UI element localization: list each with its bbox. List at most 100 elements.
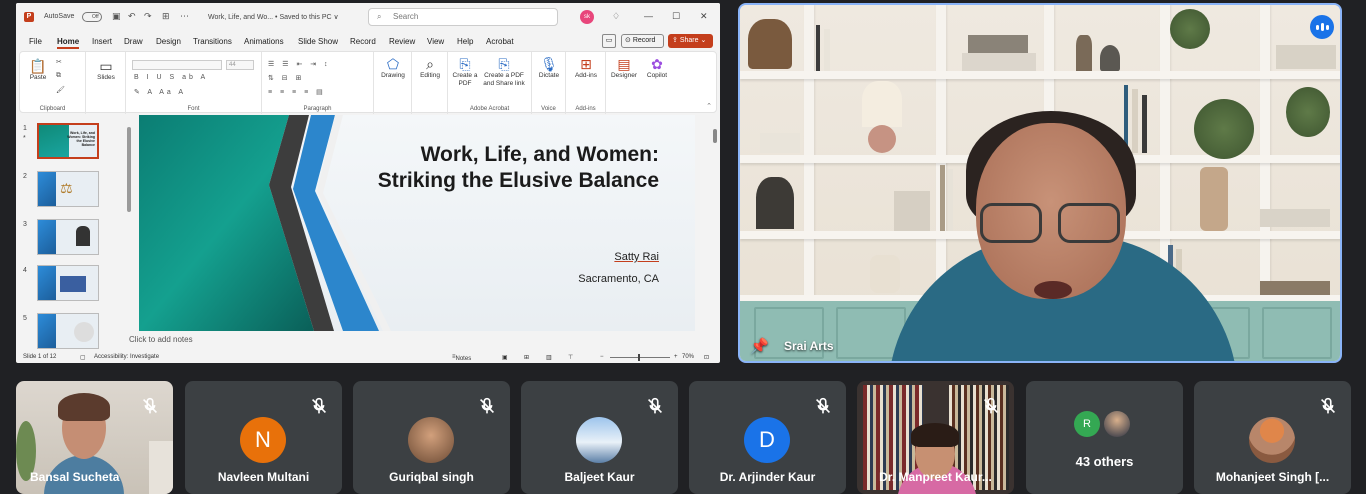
tab-insert[interactable]: Insert xyxy=(92,37,112,46)
thumb-stripe xyxy=(38,266,56,300)
copilot-button[interactable]: ✿ Copilot xyxy=(642,56,672,80)
thumbnail-scrollbar[interactable] xyxy=(126,121,132,351)
redo-icon[interactable]: ↷ xyxy=(144,11,152,22)
drawing-button[interactable]: ⬠ Drawing xyxy=(378,56,408,80)
list-buttons[interactable]: ☰ ☰ ⇤ ⇥ ↕ xyxy=(268,60,331,68)
participant-hair xyxy=(58,393,110,421)
tab-acrobat[interactable]: Acrobat xyxy=(486,37,514,46)
participant-tile[interactable]: D Dr. Arjinder Kaur xyxy=(689,381,846,494)
zoom-out-icon[interactable]: − xyxy=(600,354,604,360)
slide-location[interactable]: Sacramento, CA xyxy=(578,273,659,285)
lightbulb-icon[interactable]: ♢ xyxy=(612,11,620,22)
present-icon[interactable]: ⊞ xyxy=(162,11,170,22)
slide-canvas[interactable]: Work, Life, and Women: Striking the Elus… xyxy=(139,115,695,331)
addins-label: Add-ins xyxy=(574,72,598,79)
align-buttons[interactable]: ≡ ≡ ≡ ≡ ▤ xyxy=(268,88,326,96)
share-button[interactable]: ⇪ Share ⌄ xyxy=(668,34,713,48)
participant-tile[interactable]: Dr. Manpreet Kaur... xyxy=(857,381,1014,494)
font-name-box[interactable] xyxy=(132,60,222,70)
notes-label: Notes xyxy=(455,356,472,362)
create-pdf-label: Create a PDF xyxy=(452,72,478,87)
tab-record[interactable]: Record xyxy=(350,37,376,46)
thumbnail-slide-4[interactable] xyxy=(37,265,99,301)
font-size-box[interactable]: 44 xyxy=(226,60,254,70)
pin-icon[interactable]: 📌 xyxy=(750,337,769,355)
autosave-toggle[interactable]: Off xyxy=(82,12,102,22)
participant-tile[interactable]: N Navleen Multani xyxy=(185,381,342,494)
font-color-buttons[interactable]: ✎ A Aa A xyxy=(134,88,186,96)
presenter-video[interactable]: 📌 Srai Arts xyxy=(738,3,1342,363)
tab-draw[interactable]: Draw xyxy=(124,37,143,46)
book-stack xyxy=(1260,281,1330,295)
format-painter-icon[interactable]: 🖌 xyxy=(56,86,68,94)
slide-scroll-thumb[interactable] xyxy=(713,129,717,143)
user-avatar[interactable]: sk xyxy=(580,10,594,24)
zoom-in-icon[interactable]: + xyxy=(674,354,678,360)
addins-button[interactable]: ⊞ Add-ins xyxy=(570,56,602,80)
customize-qat-icon[interactable]: ⋯ xyxy=(180,11,189,22)
close-icon[interactable]: ✕ xyxy=(700,11,708,22)
zoom-level[interactable]: 70% xyxy=(682,354,694,360)
participant-tile[interactable]: Bansal Sucheta xyxy=(16,381,173,494)
participant-tile[interactable]: Baljeet Kaur xyxy=(521,381,678,494)
collapse-ribbon-icon[interactable]: ⌃ xyxy=(706,102,712,110)
create-pdf-share-label: Create a PDF and Share link xyxy=(483,72,525,87)
thumbnail-slide-3[interactable] xyxy=(37,219,99,255)
vase xyxy=(1200,167,1228,231)
thumbnail-slide-5[interactable] xyxy=(37,313,99,349)
reading-view-icon[interactable]: ▥ xyxy=(546,354,552,361)
record-button[interactable]: ⊙ Record xyxy=(621,34,664,48)
maximize-icon[interactable]: ☐ xyxy=(672,11,680,22)
tab-slide-show[interactable]: Slide Show xyxy=(298,37,338,46)
background-object xyxy=(149,441,173,494)
new-slide-button[interactable]: ▭ Slides xyxy=(92,58,120,82)
undo-icon[interactable]: ↶ xyxy=(128,11,136,22)
comments-button[interactable]: ▭ xyxy=(602,34,616,48)
participant-name: Bansal Sucheta xyxy=(30,470,120,484)
tab-help[interactable]: Help xyxy=(457,37,473,46)
notes-button[interactable]: ≡ Notes xyxy=(452,354,471,362)
accessibility-status[interactable]: Accessibility: Investigate xyxy=(94,354,159,360)
save-icon[interactable]: ▣ xyxy=(112,11,121,22)
participant-tile[interactable]: Mohanjeet Singh [... xyxy=(1194,381,1351,494)
slide-author[interactable]: Satty Rai xyxy=(614,251,659,263)
zoom-slider[interactable] xyxy=(610,354,670,361)
slide-scrollbar[interactable] xyxy=(712,121,718,346)
tab-view[interactable]: View xyxy=(427,37,444,46)
speaking-indicator-icon xyxy=(1310,15,1334,39)
minimize-icon[interactable]: — xyxy=(644,11,653,21)
slideshow-icon[interactable]: ⊤ xyxy=(568,354,573,361)
book xyxy=(948,169,953,231)
tab-animations[interactable]: Animations xyxy=(244,37,284,46)
tab-file[interactable]: File xyxy=(29,37,42,46)
editing-button[interactable]: ⌕ Editing xyxy=(415,56,445,80)
slide-sorter-icon[interactable]: ⊞ xyxy=(524,354,529,361)
create-pdf-button[interactable]: ⎘ Create a PDF xyxy=(452,56,478,88)
slide-title[interactable]: Work, Life, and Women: Striking the Elus… xyxy=(359,142,659,194)
document-title[interactable]: Work, Life, and Wo... • Saved to this PC… xyxy=(208,13,339,21)
others-tile[interactable]: R 43 others xyxy=(1026,381,1183,494)
tab-review[interactable]: Review xyxy=(389,37,415,46)
designer-button[interactable]: ▤ Designer xyxy=(608,56,640,80)
normal-view-icon[interactable]: ▣ xyxy=(502,354,508,361)
book-stack xyxy=(968,35,1028,53)
language-icon[interactable]: ▢ xyxy=(80,354,86,361)
create-pdf-share-button[interactable]: ⎘ Create a PDF and Share link xyxy=(480,56,528,88)
font-format-buttons[interactable]: B I U S ab A xyxy=(134,74,208,81)
tab-home[interactable]: Home xyxy=(57,37,80,49)
notes-pane[interactable]: Click to add notes xyxy=(129,335,193,344)
copy-icon[interactable]: ⧉ xyxy=(56,72,64,80)
participant-tile[interactable]: Guriqbal singh xyxy=(353,381,510,494)
search-box[interactable]: ⌕ Search xyxy=(368,8,558,26)
thumbnail-scroll-thumb[interactable] xyxy=(127,127,131,212)
thumbnail-slide-2[interactable]: ⚖ xyxy=(37,171,99,207)
cut-icon[interactable]: ✂ xyxy=(56,58,76,66)
dictate-button[interactable]: 🎙 Dictate xyxy=(534,56,564,80)
fit-slide-icon[interactable]: ⊡ xyxy=(704,354,709,361)
text-direction-buttons[interactable]: ⇅ ⊟ ⊞ xyxy=(268,74,305,82)
copilot-label: Copilot xyxy=(646,72,668,79)
tab-design[interactable]: Design xyxy=(156,37,181,46)
tab-transitions[interactable]: Transitions xyxy=(193,37,232,46)
paste-button[interactable]: 📋 Paste xyxy=(28,58,48,82)
thumbnail-slide-1[interactable]: Work, Life, and Women: Striking the Elus… xyxy=(37,123,99,159)
